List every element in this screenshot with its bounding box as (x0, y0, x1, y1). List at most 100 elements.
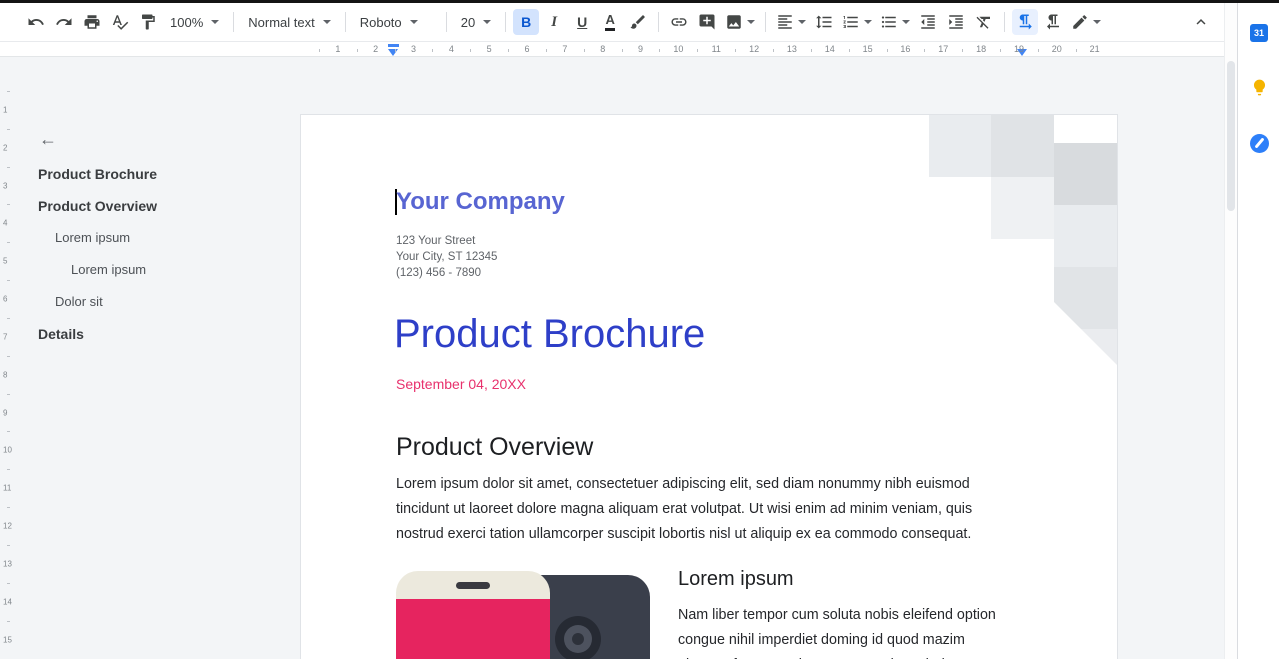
outline-panel: ← Product Brochure Product Overview Lorem … (16, 99, 290, 659)
close-outline-button[interactable]: ← (34, 125, 62, 153)
numbered-list-icon (843, 16, 858, 28)
calendar-button[interactable]: 31 (1243, 17, 1275, 49)
insert-image-button[interactable] (722, 9, 758, 35)
ruler-number: 4 (3, 218, 8, 228)
toolbar-separator (344, 12, 346, 32)
text-line[interactable]: nostrud exerci tation ullamcorper suscip… (396, 522, 972, 547)
text-line[interactable]: Nam liber tempor cum soluta nobis eleife… (678, 603, 1028, 628)
scrollbar-thumb[interactable] (1227, 61, 1235, 211)
text-line[interactable]: tincidunt ut laoreet dolore magna aliqua… (396, 497, 972, 522)
ruler-tick (810, 49, 812, 52)
ruler-tick (508, 49, 510, 52)
ruler-tick (394, 49, 396, 52)
caret-down-icon (483, 20, 492, 24)
document-title[interactable]: Product Brochure (394, 311, 705, 357)
rtl-direction-button[interactable] (1040, 9, 1066, 35)
ruler-tick (1000, 49, 1002, 52)
outline-item[interactable]: Product Overview (16, 190, 290, 222)
camera-lens-shape (555, 616, 601, 659)
redo-icon (56, 18, 72, 25)
caret-down-icon (211, 20, 220, 24)
phone-image[interactable] (396, 571, 656, 659)
first-line-indent-marker[interactable] (388, 44, 399, 47)
outline-item[interactable]: Lorem ipsum (16, 222, 290, 254)
overview-heading[interactable]: Product Overview (396, 432, 593, 462)
ruler-tick (848, 49, 850, 52)
document-page[interactable]: Your Company 123 Your Street Your City, S… (300, 114, 1118, 659)
text-line[interactable]: (123) 456 - 7890 (396, 265, 497, 281)
ruler-number: 11 (3, 483, 12, 493)
back-arrow-icon: ← (39, 128, 57, 149)
zoom-select[interactable]: 100% (162, 9, 227, 35)
ruler-number: 6 (524, 44, 530, 54)
document-date[interactable]: September 04, 20XX (396, 376, 526, 392)
line-spacing-button[interactable] (811, 9, 837, 35)
font-family-value: Roboto (359, 14, 402, 30)
numbered-list-button[interactable] (839, 9, 875, 35)
outline-item[interactable]: Details (16, 318, 290, 350)
company-name[interactable]: Your Company (396, 189, 565, 215)
highlight-color-button[interactable] (625, 9, 651, 35)
undo-button[interactable] (23, 9, 49, 35)
ruler-tick (7, 431, 10, 433)
pen-mode-button[interactable] (1068, 9, 1104, 35)
ruler-number: 14 (3, 597, 12, 607)
tasks-icon (1249, 133, 1269, 153)
overview-paragraph[interactable]: Lorem ipsum dolor sit amet, consectetuer… (396, 472, 972, 547)
caret-down-icon (798, 20, 807, 24)
text-line[interactable]: congue nihil imperdiet doming id quod ma… (678, 628, 1028, 653)
ruler-number: 3 (3, 181, 8, 191)
text-line[interactable]: Lorem ipsum dolor sit amet, consectetuer… (396, 472, 972, 497)
toolbar-separator (658, 12, 660, 32)
vertical-scrollbar[interactable] (1224, 3, 1237, 659)
vertical-ruler[interactable]: 1 2 3 4 5 6 7 8 9 10 11 12 13 14 15 (0, 57, 16, 659)
underline-button[interactable]: U (569, 9, 595, 35)
align-left-icon (778, 15, 792, 29)
text-color-button[interactable]: A (597, 9, 623, 35)
print-button[interactable] (79, 9, 105, 35)
keep-button[interactable] (1243, 71, 1275, 103)
left-indent-marker[interactable] (388, 49, 398, 56)
clear-formatting-button[interactable] (971, 9, 997, 35)
ruler-number: 2 (3, 143, 8, 153)
ruler-tick (924, 49, 926, 52)
feature-paragraph[interactable]: Nam liber tempor cum soluta nobis eleife… (678, 603, 1028, 659)
outline-item[interactable]: Product Brochure (16, 158, 290, 190)
ruler-number: 15 (3, 635, 12, 645)
hide-menus-button[interactable] (1188, 9, 1214, 35)
ruler-tick (7, 242, 10, 244)
italic-button[interactable]: I (541, 9, 567, 35)
insert-link-button[interactable] (666, 9, 692, 35)
ruler-number: 1 (335, 44, 341, 54)
bold-button[interactable]: B (513, 9, 540, 35)
text-line[interactable]: 123 Your Street (396, 233, 497, 249)
font-family-select[interactable]: Roboto (352, 9, 440, 35)
caret-down-icon (322, 20, 331, 24)
decrease-indent-button[interactable] (915, 9, 941, 35)
decrease-indent-icon (921, 15, 935, 29)
bulleted-list-button[interactable] (877, 9, 913, 35)
company-address[interactable]: 123 Your Street Your City, ST 12345 (123) … (396, 233, 497, 281)
outline-item[interactable]: Lorem ipsum (16, 254, 290, 286)
horizontal-ruler[interactable]: 1 2 3 4 5 6 7 8 9 10 11 12 13 14 15 16 17 18 19 20 21 (0, 42, 1224, 57)
ruler-number: 9 (3, 408, 8, 418)
font-size-select[interactable]: 20 (453, 9, 499, 35)
redo-button[interactable] (51, 9, 77, 35)
align-button[interactable] (773, 9, 809, 35)
increase-indent-button[interactable] (943, 9, 969, 35)
tasks-button[interactable] (1243, 127, 1275, 159)
styles-select[interactable]: Normal text (240, 9, 338, 35)
ruler-number: 21 (1089, 44, 1100, 54)
ruler-number: 7 (562, 44, 568, 54)
ruler-number: 2 (373, 44, 379, 54)
text-line[interactable]: placerat facer possim assum. Typi non ha… (678, 653, 1028, 659)
outline-item[interactable]: Dolor sit (16, 286, 290, 318)
paint-format-button[interactable] (135, 9, 161, 35)
feature-heading[interactable]: Lorem ipsum (678, 566, 794, 592)
ltr-direction-button[interactable] (1012, 9, 1039, 35)
text-line[interactable]: Your City, ST 12345 (396, 249, 497, 265)
add-comment-button[interactable] (694, 9, 720, 35)
line-spacing-icon (816, 15, 832, 29)
ruler-number: 17 (938, 44, 949, 54)
spell-check-button[interactable] (107, 9, 133, 35)
